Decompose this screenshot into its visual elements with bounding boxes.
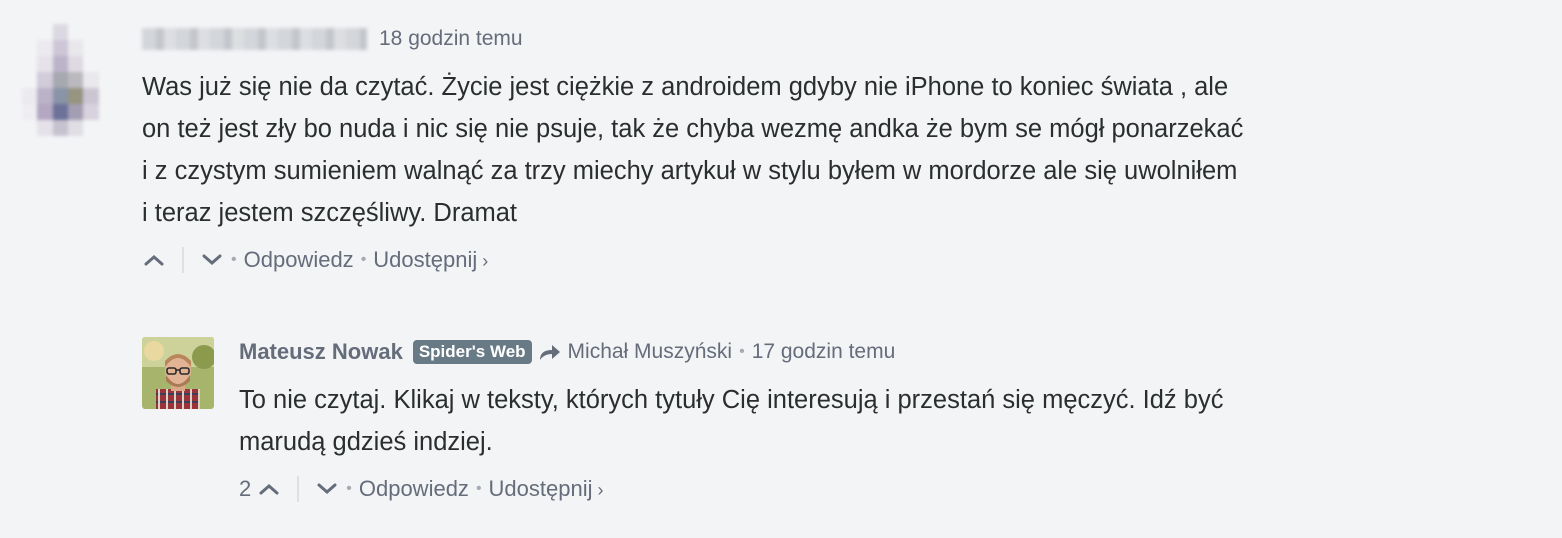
timestamp[interactable]: 18 godzin temu [379,27,523,51]
comment-meta: 18 godzin temu [142,24,1492,54]
downvote-button[interactable] [315,477,339,501]
reply-arrow-icon [538,342,562,362]
comment-text-line: i z czystym sumieniem walnąć za trzy mie… [142,157,1238,185]
reply-button[interactable]: Odpowiedz [359,476,469,502]
downvote-button[interactable] [200,248,224,272]
comment-actions: 2 • Odpowiedz • Udostępnij › [239,473,1499,505]
vote-divider [297,476,300,502]
comment-text-line: i teraz jestem szczęśliwy. Dramat [142,199,518,227]
upvote-button[interactable] [257,477,281,501]
comment-text-line: To nie czytaj. Klikaj w teksty, których … [239,386,1224,414]
reply-to-author[interactable]: Michał Muszyński [568,340,733,364]
separator-dot: • [231,251,237,268]
comment-text: To nie czytaj. Klikaj w teksty, których … [239,379,1499,463]
share-label: Udostępnij [373,247,478,272]
avatar[interactable] [22,24,114,136]
author-name[interactable]: Mateusz Nowak [239,339,403,365]
comment-actions: • Odpowiedz • Udostępnij › [142,244,1492,276]
separator-dot: • [360,251,367,268]
avatar[interactable] [142,337,214,409]
separator-dot: • [739,343,745,360]
chevron-down-icon [317,483,337,494]
share-label: Udostępnij [488,476,593,501]
chevron-right-icon: › [482,251,489,271]
comment-body: 18 godzin temu Was już się nie da czytać… [142,24,1492,276]
upvote-count: 2 [239,476,252,501]
chevron-right-icon: › [597,480,604,500]
upvote-button[interactable] [142,248,166,272]
avatar-photo [142,337,214,409]
comment-meta: Mateusz Nowak Spider's Web Michał Muszyń… [239,337,1499,367]
chevron-down-icon [202,254,222,265]
chevron-up-icon [144,255,164,266]
timestamp[interactable]: 17 godzin temu [752,340,896,364]
share-button[interactable]: Udostępnij › [373,247,488,273]
author-name-blurred[interactable] [142,28,367,50]
moderator-badge: Spider's Web [412,340,532,364]
comment-text-line: Was już się nie da czytać. Życie jest ci… [142,73,1229,101]
comment-body: Mateusz Nowak Spider's Web Michał Muszyń… [239,337,1499,505]
separator-dot: • [475,480,482,497]
separator-dot: • [346,480,352,497]
share-button[interactable]: Udostępnij › [489,476,604,502]
comment-text-line: marudą gdzieś indziej. [239,428,493,456]
comment-text-line: on też jest zły bo nuda i nic się nie ps… [142,115,1244,143]
reply-button[interactable]: Odpowiedz [244,247,354,273]
comment-text: Was już się nie da czytać. Życie jest ci… [142,66,1492,234]
chevron-up-icon [259,484,279,495]
vote-divider [182,247,184,273]
